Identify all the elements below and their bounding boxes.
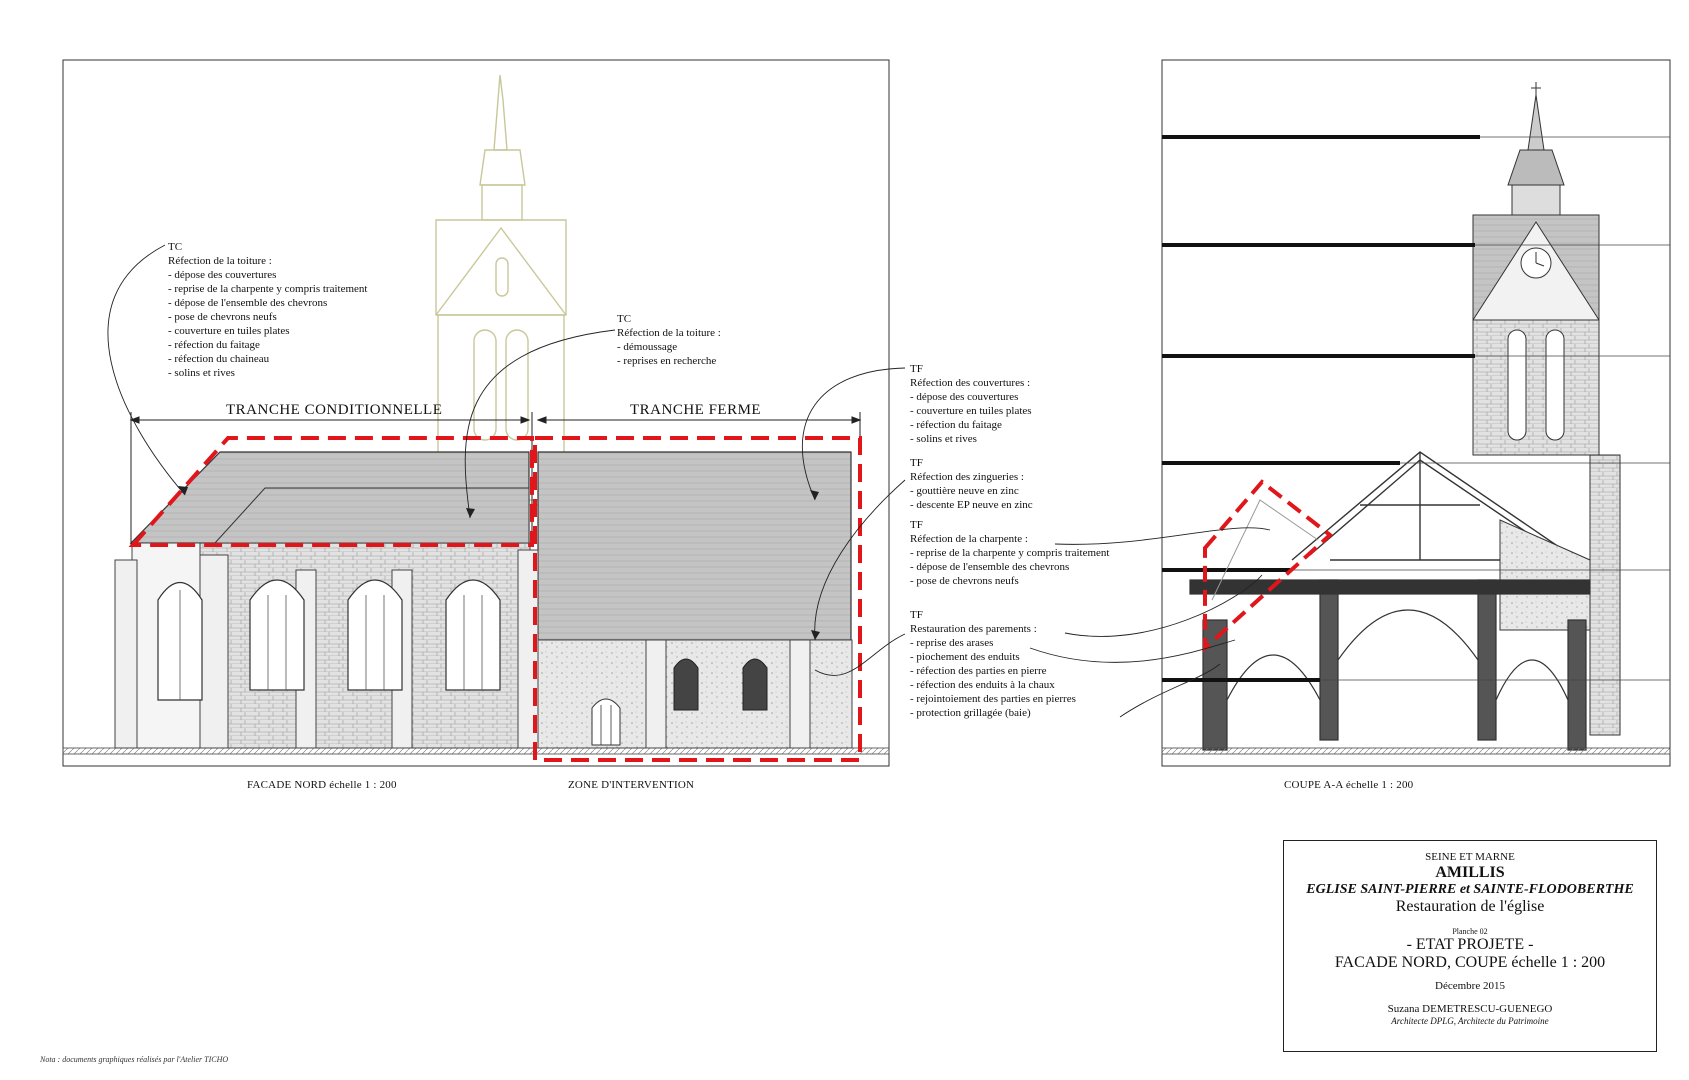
zone-caption: ZONE D'INTERVENTION: [568, 779, 695, 791]
annotation-item: - reprises en recherche: [617, 355, 717, 367]
annotation-item: - démoussage: [617, 341, 678, 353]
annotation-item: - réfection des enduits à la chaux: [910, 679, 1055, 691]
annotation-item: - dépose de l'ensemble des chevrons: [910, 561, 1070, 573]
annotation-item: - reprise des arases: [910, 637, 994, 649]
annotation-tc-roof: TC Réfection de la toiture : - dépose de…: [168, 240, 367, 380]
annotation-item: - reprise de la charpente y compris trai…: [168, 283, 368, 295]
tb-sheet: Planche 02: [1452, 926, 1488, 936]
annotation-tf-zingueries: TF Réfection des zingueries : - gouttièr…: [910, 456, 1033, 512]
annotation-item: - piochement des enduits: [910, 651, 1020, 663]
footnote: Nota : documents graphiques réalisés par…: [40, 1055, 229, 1064]
tb-state: - ETAT PROJETE -: [1406, 935, 1534, 953]
annotation-item: - reprise de la charpente y compris trai…: [910, 547, 1110, 559]
tb-department: SEINE ET MARNE: [1425, 851, 1515, 863]
tb-architect-title: Architecte DPLG, Architecte du Patrimoin…: [1391, 1015, 1549, 1026]
annotation-title: Réfection de la toiture :: [617, 327, 721, 339]
annotation-item: - solins et rives: [168, 367, 235, 379]
annotation-item: - rejointoiement des parties en pierres: [910, 693, 1076, 705]
annotation-tf-couvertures: TF Réfection des couvertures : - dépose …: [910, 362, 1032, 446]
annotation-code: TF: [910, 363, 923, 375]
annotation-item: - pose de chevrons neufs: [168, 311, 277, 323]
tb-town: AMILLIS: [1435, 863, 1505, 881]
annotation-code: TF: [910, 519, 923, 531]
annotation-code: TC: [617, 313, 632, 325]
nave-roof-tf: [537, 451, 852, 641]
annotation-code: TC: [168, 241, 183, 253]
annotation-item: - couverture en tuiles plates: [168, 325, 290, 337]
annotation-title: Réfection des couvertures :: [910, 377, 1031, 389]
annotation-title: Réfection de la charpente :: [910, 533, 1028, 545]
band-tranche-conditionnelle: TRANCHE CONDITIONNELLE: [226, 402, 443, 418]
annotation-title: Restauration des parements :: [910, 623, 1037, 635]
tb-subject: FACADE NORD, COUPE échelle 1 : 200: [1334, 954, 1606, 972]
annotation-tc-demoussage: TC Réfection de la toiture : - démoussag…: [617, 312, 721, 368]
section-caption: COUPE A-A échelle 1 : 200: [1284, 779, 1414, 791]
annotation-item: - dépose des couvertures: [168, 269, 277, 281]
annotation-item: - gouttière neuve en zinc: [910, 485, 1019, 497]
section-drawing: [1029, 59, 1671, 767]
tb-church: EGLISE SAINT-PIERRE et SAINTE-FLODOBERTH…: [1306, 882, 1634, 898]
annotation-item: - réfection du chaineau: [168, 353, 270, 365]
annotation-item: - réfection du faitage: [910, 419, 1002, 431]
annotation-tf-parements: TF Restauration des parements : - repris…: [910, 608, 1076, 720]
annotation-item: - descente EP neuve en zinc: [910, 499, 1033, 511]
annotation-item: - couverture en tuiles plates: [910, 405, 1032, 417]
nave-roof-lower: [213, 487, 530, 544]
tb-project: Restauration de l'église: [1395, 898, 1545, 916]
ground-line: [62, 747, 890, 755]
facade-caption: FACADE NORD échelle 1 : 200: [247, 779, 397, 791]
annotation-item: - réfection du faitage: [168, 339, 260, 351]
annotation-title: Réfection des zingueries :: [910, 471, 1024, 483]
annotation-item: - réfection des parties en pierre: [910, 665, 1047, 677]
annotation-item: - protection grillagée (baie): [910, 707, 1031, 719]
tb-date: Décembre 2015: [1435, 980, 1505, 993]
annotation-item: - dépose de l'ensemble des chevrons: [168, 297, 328, 309]
annotation-item: - solins et rives: [910, 433, 977, 445]
band-tranche-ferme: TRANCHE FERME: [630, 402, 762, 418]
title-block: SEINE ET MARNE AMILLIS EGLISE SAINT-PIER…: [1283, 840, 1657, 1052]
tb-architect: Suzana DEMETRESCU-GUENEGO: [1387, 1003, 1553, 1016]
annotation-code: TF: [910, 457, 923, 469]
annotation-title: Réfection de la toiture :: [168, 255, 272, 267]
annotation-code: TF: [910, 609, 923, 621]
facade-drawing: [62, 59, 906, 767]
annotation-item: - dépose des couvertures: [910, 391, 1019, 403]
annotation-item: - pose de chevrons neufs: [910, 575, 1019, 587]
annotation-tf-charpente: TF Réfection de la charpente : - reprise…: [910, 518, 1109, 588]
